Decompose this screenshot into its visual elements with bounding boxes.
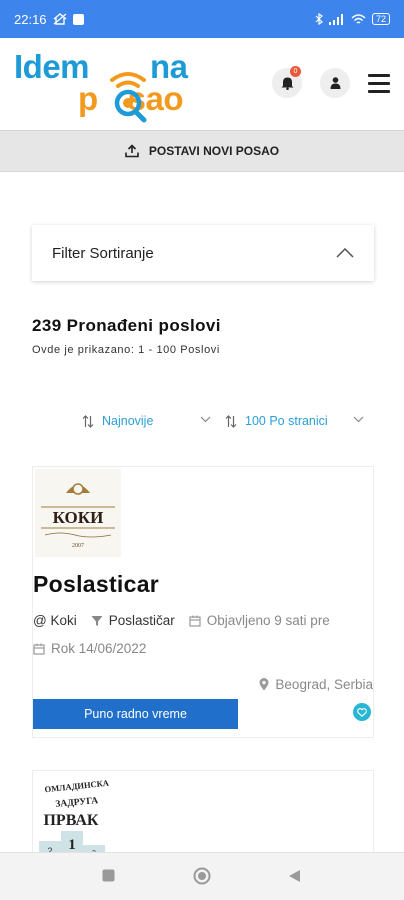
job-company[interactable]: @ Koki [33, 613, 77, 628]
logo-text-line2: ЗАДРУГА [55, 796, 99, 810]
sort-order-select[interactable]: Najnovije [82, 414, 153, 428]
company-logo[interactable]: КОКИ 2007 [35, 469, 121, 557]
company-logo[interactable]: ОМЛАДИНСКА ЗАДРУГА ПРВАК 2 1 3 [35, 775, 119, 860]
logo-text-line3: ПРВАК [43, 812, 98, 829]
logo-year-text: 2007 [72, 543, 84, 549]
sort-order-value: Najnovije [102, 414, 154, 428]
job-location-row: Beograd, Serbia [259, 677, 373, 692]
status-bar: 22:16 72 [0, 0, 404, 38]
logo-brand-text: КОКИ [53, 508, 104, 527]
bell-icon [281, 77, 293, 90]
chevron-up-icon[interactable] [336, 248, 354, 258]
battery-indicator: 72 [371, 13, 390, 25]
post-new-job-button[interactable]: POSTAVI NOVI POSAO [0, 130, 404, 172]
back-icon[interactable] [288, 869, 301, 883]
podium-first: 1 [68, 837, 76, 853]
job-meta-row: @ Koki Poslastičar Objavljeno 9 sati pre [33, 613, 330, 628]
menu-hamburger-icon[interactable] [368, 73, 390, 93]
status-notification-icon [72, 13, 84, 25]
home-icon[interactable] [193, 867, 211, 885]
filter-funnel-icon [91, 615, 103, 626]
job-title[interactable]: Poslasticar [33, 571, 159, 598]
signal-icon [328, 13, 343, 25]
prvak-logo-image: ОМЛАДИНСКА ЗАДРУГА ПРВАК 2 1 3 [39, 778, 110, 859]
post-new-job-label: POSTAVI NOVI POSAO [148, 144, 280, 158]
app-header: Idem na p sao 0 [0, 38, 404, 130]
favorite-heart-icon[interactable] [353, 703, 371, 721]
site-logo[interactable]: Idem na p sao [14, 48, 214, 123]
calendar-icon [33, 643, 45, 655]
job-deadline: Rok 14/06/2022 [51, 641, 147, 656]
filter-sort-panel[interactable]: Filter Sortiranje [32, 225, 374, 281]
job-location: Beograd, Serbia [275, 677, 373, 692]
recent-apps-icon[interactable] [102, 869, 115, 882]
calendar-icon [189, 615, 201, 627]
logo-text-line1: ОМЛАДИНСКА [44, 778, 110, 795]
upload-icon [125, 144, 139, 158]
status-time: 22:16 [14, 11, 47, 27]
wifi-icon [351, 13, 366, 24]
sort-arrows-icon [225, 414, 237, 428]
status-app-icon [53, 13, 66, 25]
filter-sort-label: Filter Sortiranje [52, 244, 154, 262]
job-posted-time: Objavljeno 9 sati pre [206, 613, 330, 628]
results-count-heading: 239 Pronađeni poslovi [32, 316, 221, 335]
koki-logo-image: КОКИ 2007 [35, 469, 121, 557]
user-account-button[interactable] [320, 68, 350, 98]
per-page-select[interactable]: 100 Po stranici [225, 414, 328, 428]
results-range-text: Ovde je prikazano: 1 - 100 Poslovi [32, 344, 220, 356]
system-navigation-bar [0, 852, 404, 900]
job-card[interactable]: КОКИ 2007 Poslasticar @ Koki Poslastičar… [32, 466, 374, 738]
chevron-down-icon[interactable] [200, 416, 211, 423]
job-deadline-row: Rok 14/06/2022 [33, 641, 146, 656]
chevron-down-icon[interactable] [353, 416, 364, 423]
logo-magnifier-icon [110, 72, 147, 123]
location-pin-icon [259, 678, 269, 691]
sort-arrows-icon [82, 414, 94, 428]
job-category[interactable]: Poslastičar [109, 613, 175, 628]
notification-count-badge: 0 [290, 66, 301, 77]
sort-controls: Najnovije 100 Po stranici [82, 414, 372, 434]
user-icon [330, 77, 340, 89]
job-type-button[interactable]: Puno radno vreme [33, 699, 238, 729]
job-card[interactable]: ОМЛАДИНСКА ЗАДРУГА ПРВАК 2 1 3 [32, 770, 374, 860]
bluetooth-icon [315, 13, 323, 25]
logo-text-p: p [78, 80, 98, 117]
per-page-value: 100 Po stranici [245, 414, 328, 428]
notifications-button[interactable]: 0 [272, 66, 302, 98]
